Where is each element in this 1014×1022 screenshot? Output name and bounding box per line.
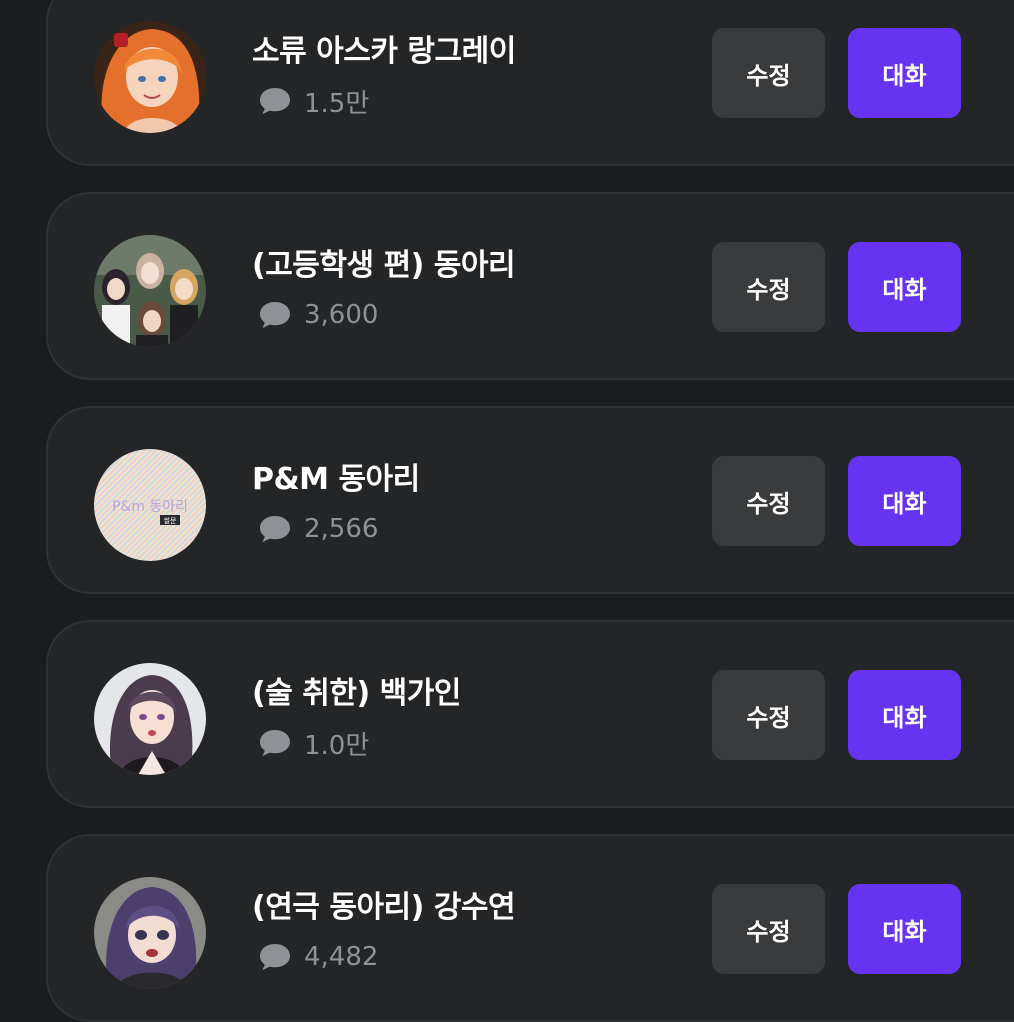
character-name: (고등학생 편) 동아리 bbox=[252, 248, 516, 283]
character-avatar[interactable] bbox=[94, 21, 206, 133]
character-card[interactable]: (고등학생 편) 동아리 3,600 수정 대화 bbox=[46, 192, 1014, 380]
chat-count-value: 4,482 bbox=[304, 942, 379, 972]
character-card[interactable]: P&m 동아리 썰문 P&M 동아리 2,566 수정 대화 bbox=[46, 406, 1014, 594]
character-name: 소류 아스카 랑그레이 bbox=[252, 34, 516, 69]
chat-button[interactable]: 대화 bbox=[848, 28, 961, 118]
chat-count-value: 3,600 bbox=[304, 300, 379, 330]
character-name: (연극 동아리) 강수연 bbox=[252, 890, 516, 925]
character-card[interactable]: 소류 아스카 랑그레이 1.5만 수정 대화 bbox=[46, 0, 1014, 166]
chat-button[interactable]: 대화 bbox=[848, 456, 961, 546]
chat-count: 3,600 bbox=[258, 298, 378, 332]
chat-count: 1.5만 bbox=[258, 84, 370, 119]
character-avatar[interactable]: P&m 동아리 썰문 bbox=[94, 449, 206, 561]
anime-girl-purple-hair-avatar-icon bbox=[94, 877, 206, 989]
chat-count-value: 2,566 bbox=[304, 514, 379, 544]
edit-button[interactable]: 수정 bbox=[712, 28, 825, 118]
chat-count-value: 1.5만 bbox=[304, 88, 370, 119]
chat-count: 4,482 bbox=[258, 940, 378, 974]
edit-button[interactable]: 수정 bbox=[712, 670, 825, 760]
character-avatar[interactable] bbox=[94, 663, 206, 775]
character-name: (술 취한) 백가인 bbox=[252, 676, 461, 711]
character-list: 소류 아스카 랑그레이 1.5만 수정 대화 (고등학생 편) 동아리 3,60… bbox=[0, 0, 1014, 1022]
svg-text:P&m 동아리: P&m 동아리 bbox=[112, 499, 188, 515]
edit-button[interactable]: 수정 bbox=[712, 242, 825, 332]
speech-bubble-icon bbox=[260, 516, 290, 542]
character-name: P&M 동아리 bbox=[252, 462, 420, 497]
chat-count-value: 1.0만 bbox=[304, 730, 370, 761]
character-avatar[interactable] bbox=[94, 235, 206, 347]
group-of-students-avatar-icon bbox=[94, 235, 206, 347]
anime-girl-orange-hair-avatar-icon bbox=[94, 21, 206, 133]
chat-count: 2,566 bbox=[258, 512, 378, 546]
edit-button[interactable]: 수정 bbox=[712, 884, 825, 974]
character-avatar[interactable] bbox=[94, 877, 206, 989]
svg-text:썰문: 썰문 bbox=[164, 517, 177, 525]
character-card[interactable]: (연극 동아리) 강수연 4,482 수정 대화 bbox=[46, 834, 1014, 1022]
speech-bubble-icon bbox=[260, 944, 290, 970]
chat-button[interactable]: 대화 bbox=[848, 884, 961, 974]
chat-button[interactable]: 대화 bbox=[848, 670, 961, 760]
speech-bubble-icon bbox=[260, 302, 290, 328]
pastel-logo-avatar-icon: P&m 동아리 썰문 bbox=[94, 449, 206, 561]
chat-button[interactable]: 대화 bbox=[848, 242, 961, 332]
chat-count: 1.0만 bbox=[258, 726, 370, 761]
edit-button[interactable]: 수정 bbox=[712, 456, 825, 546]
character-card[interactable]: (술 취한) 백가인 1.0만 수정 대화 bbox=[46, 620, 1014, 808]
speech-bubble-icon bbox=[260, 730, 290, 756]
speech-bubble-icon bbox=[260, 88, 290, 114]
anime-girl-dark-hair-avatar-icon bbox=[94, 663, 206, 775]
